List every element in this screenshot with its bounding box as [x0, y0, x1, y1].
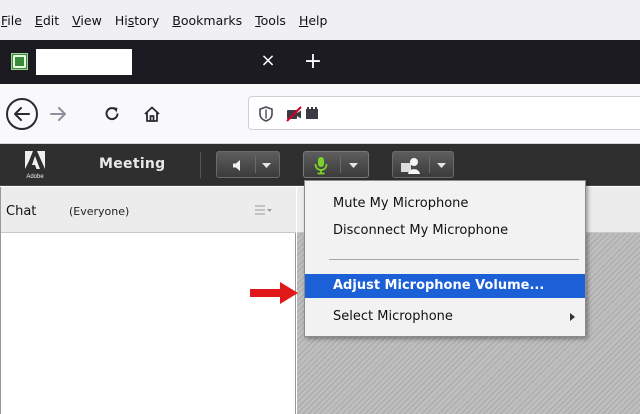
- shield-icon: [259, 106, 273, 122]
- home-icon: [144, 106, 160, 122]
- browser-menu-bar: File Edit View History Bookmarks Tools H…: [0, 0, 640, 40]
- close-tab-icon[interactable]: ×: [258, 50, 278, 72]
- speaker-button[interactable]: [216, 151, 280, 178]
- home-button[interactable]: [138, 100, 166, 128]
- microphone-icon: [314, 157, 328, 175]
- back-arrow-icon: [14, 107, 30, 121]
- tab-strip: × +: [0, 40, 640, 84]
- menu-separator: [329, 259, 579, 260]
- menu-help[interactable]: Help: [293, 13, 335, 29]
- menu-file[interactable]: File: [0, 13, 29, 29]
- chat-message-area[interactable]: [1, 234, 296, 414]
- adobe-logo-text: Adobe: [26, 174, 44, 180]
- microphone-options-menu: Mute My Microphone Disconnect My Microph…: [304, 180, 586, 337]
- microphone-button[interactable]: [303, 151, 369, 178]
- speaker-icon: [233, 160, 240, 171]
- button-divider: [340, 156, 341, 173]
- meeting-menu[interactable]: Meeting: [99, 156, 166, 172]
- menu-item-select-microphone[interactable]: Select Microphone: [305, 305, 585, 329]
- menu-view[interactable]: View: [66, 13, 109, 29]
- speaker-dropdown-chevron-icon[interactable]: [262, 163, 271, 169]
- webcam-icon: [401, 158, 420, 174]
- hamburger-icon[interactable]: [255, 205, 273, 215]
- navigation-toolbar: [0, 84, 640, 144]
- chat-pod-header: Chat (Everyone): [1, 187, 296, 233]
- button-divider: [255, 156, 256, 173]
- menu-item-select-microphone-label: Select Microphone: [333, 309, 453, 324]
- toolbar-divider: [200, 152, 201, 178]
- annotation-arrow-icon: [250, 282, 298, 304]
- back-button[interactable]: [6, 98, 38, 130]
- url-bar[interactable]: [248, 96, 640, 130]
- site-favicon-icon: [11, 53, 28, 70]
- adobe-logo-icon: Adobe: [25, 151, 45, 180]
- menu-history[interactable]: History: [109, 13, 166, 29]
- new-tab-button[interactable]: +: [302, 49, 324, 75]
- forward-arrow-icon: [50, 107, 66, 121]
- menu-bookmarks[interactable]: Bookmarks: [166, 13, 249, 29]
- tab-title: [36, 49, 132, 75]
- menu-item-adjust-microphone-volume[interactable]: Adjust Microphone Volume...: [305, 274, 585, 298]
- webcam-dropdown-chevron-icon[interactable]: [437, 163, 446, 169]
- chat-audience-label: (Everyone): [69, 205, 130, 218]
- microphone-dropdown-chevron-icon[interactable]: [349, 163, 358, 169]
- menu-item-disconnect-microphone[interactable]: Disconnect My Microphone: [305, 219, 585, 243]
- camera-blocked-icon: [286, 106, 302, 122]
- webcam-button[interactable]: [392, 151, 454, 178]
- reload-button[interactable]: [98, 100, 126, 128]
- chat-pod-title: Chat: [6, 204, 37, 219]
- menu-item-mute-microphone[interactable]: Mute My Microphone: [305, 192, 585, 216]
- menu-tools[interactable]: Tools: [249, 13, 293, 29]
- menu-edit[interactable]: Edit: [29, 13, 66, 29]
- browser-tab[interactable]: ×: [0, 45, 292, 79]
- reload-icon: [105, 107, 119, 121]
- media-indicator-icon: [306, 107, 318, 119]
- submenu-arrow-icon: [570, 313, 575, 321]
- button-divider: [429, 156, 430, 173]
- forward-button[interactable]: [44, 100, 72, 128]
